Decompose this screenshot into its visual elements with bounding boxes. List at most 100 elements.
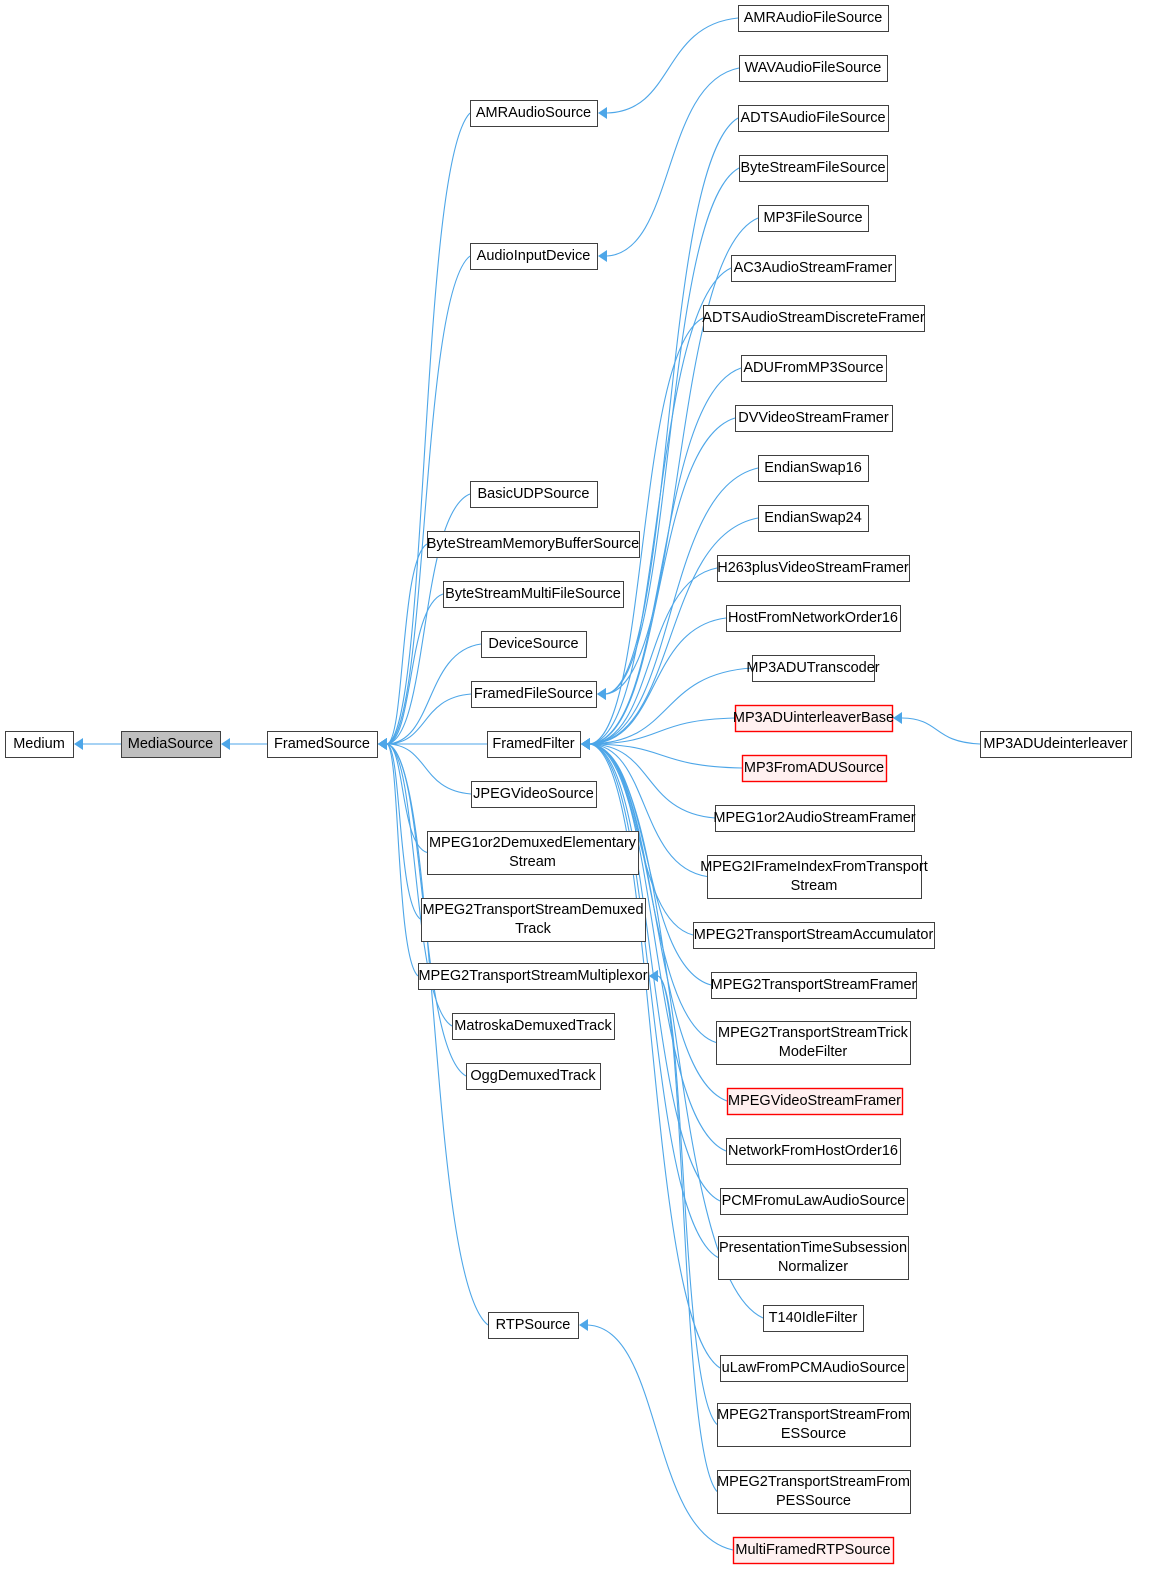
node-label-hostfromnetworkorder16: HostFromNetworkOrder16 [728,610,898,626]
node-framedfilesource[interactable]: FramedFileSource [471,681,597,708]
node-label-bytestreammemorybuffersource: ByteStreamMemoryBufferSource [427,536,639,552]
inheritance-graph-canvas: Medium MediaSource FramedSource AMRAudioSou… [5,5,1132,1565]
node-ulawfrompcmaudiosource[interactable]: uLawFromPCMAudioSource [720,1355,908,1382]
arrowhead-mp3filesource-to-framedfilesource [597,688,606,700]
node-label-ac3audiostreamframer: AC3AudioStreamFramer [734,260,893,276]
node-mpegvideostreamframer[interactable]: MPEGVideoStreamFramer [726,1087,904,1116]
arrowhead-mediasource-to-medium [74,738,83,750]
node-mp3adutranscoder[interactable]: MP3ADUTranscoder [746,655,880,682]
node-label-oggdemuxedtrack: OggDemuxedTrack [470,1068,596,1084]
node-label-mp3filesource: MP3FileSource [763,210,862,226]
node-bytestreammemorybuffersource[interactable]: ByteStreamMemoryBufferSource [427,531,640,558]
node-label-mediasource: MediaSource [128,736,213,752]
arrowhead-mpeg2tsfrompessource-to-mpeg2transportstreammultiplexor [649,970,658,982]
edge-mp3adudeinterleaver-to-mp3aduinterleaverbase [901,717,981,745]
node-label-framedsource: FramedSource [274,736,370,752]
node-mp3filesource[interactable]: MP3FileSource [758,205,869,232]
arrowhead-amraudiofilesource-to-amraudiosource [598,107,607,119]
node-endianswap16[interactable]: EndianSwap16 [758,455,869,482]
node-adtsaudiofilesource[interactable]: ADTSAudioFileSource [738,105,889,132]
node-label-mpegvideostreamframer: MPEGVideoStreamFramer [728,1093,901,1109]
node-medium[interactable]: Medium [5,731,74,758]
node-mpeg2transportstreammultiplexor[interactable]: MPEG2TransportStreamMultiplexor [418,963,649,990]
node-label-framedfilter: FramedFilter [492,736,574,752]
node-mp3aduinterleaverbase[interactable]: MP3ADUinterleaverBase [733,704,894,733]
node-wavaudiofilesource[interactable]: WAVAudioFileSource [739,55,888,82]
node-label-mp3adudeinterleaver: MP3ADUdeinterleaver [983,736,1127,752]
arrowhead-wavaudiofilesource-to-audioinputdevice [598,250,607,262]
node-presentationtimesubsession[interactable]: PresentationTimeSubsession Normalizer [718,1236,909,1280]
node-mediasource[interactable]: MediaSource [121,731,221,758]
node-label-jpegvideosource: JPEGVideoSource [473,786,594,802]
node-mpeg2tstrickmodefilter[interactable]: MPEG2TransportStreamTrick ModeFilter [716,1021,911,1065]
node-rtpsource[interactable]: RTPSource [488,1312,579,1339]
node-framedsource[interactable]: FramedSource [267,731,378,758]
node-bytestreammultifilesource[interactable]: ByteStreamMultiFileSource [443,581,624,608]
node-t140idlefilter[interactable]: T140IdleFilter [763,1305,864,1332]
node-label-dvvideostreamframer: DVVideoStreamFramer [738,410,889,426]
node-audioinputdevice[interactable]: AudioInputDevice [470,243,598,270]
node-label-t140idlefilter: T140IdleFilter [769,1310,858,1326]
node-mpeg1or2demuxedelementary[interactable]: MPEG1or2DemuxedElementary Stream [427,831,639,875]
node-label-bytestreamfilesource: ByteStreamFileSource [740,160,885,176]
node-label-h263plusvideostreamframer: H263plusVideoStreamFramer [717,560,909,576]
node-dvvideostreamframer[interactable]: DVVideoStreamFramer [735,405,893,432]
node-label-audioinputdevice: AudioInputDevice [477,248,591,264]
node-mp3fromadusource[interactable]: MP3FromADUSource [741,754,888,783]
node-label-endianswap16: EndianSwap16 [764,460,862,476]
node-label-endianswap24: EndianSwap24 [764,510,862,526]
node-label-medium: Medium [13,736,65,752]
node-mpeg2tsframer[interactable]: MPEG2TransportStreamFramer [711,972,917,999]
node-amraudiosource[interactable]: AMRAudioSource [470,100,598,127]
node-ac3audiostreamframer[interactable]: AC3AudioStreamFramer [731,255,896,282]
node-label-mpeg2tsframer: MPEG2TransportStreamFramer [711,977,917,993]
node-mpeg2tsfromessource[interactable]: MPEG2TransportStreamFrom ESSource [717,1403,911,1447]
node-label-pcmfromulawaudiosource: PCMFromuLawAudioSource [722,1193,906,1209]
node-mpeg2transportstreamdemuxed[interactable]: MPEG2TransportStreamDemuxed Track [421,898,646,942]
arrowhead-ulawfrompcmaudiosource-to-framedfilter [581,738,590,750]
node-mpeg1or2audiostreamframer[interactable]: MPEG1or2AudioStreamFramer [713,805,916,832]
edge-bytestreamfilesource-to-framedfilesource [605,167,740,695]
node-networkfromhostorder16[interactable]: NetworkFromHostOrder16 [726,1138,901,1165]
edge-jpegvideosource-to-framedsource [386,743,472,795]
node-matroskademuxedtrack[interactable]: MatroskaDemuxedTrack [452,1013,615,1040]
node-label-wavaudiofilesource: WAVAudioFileSource [745,60,882,76]
node-framedfilter[interactable]: FramedFilter [487,731,581,758]
node-label-adtsaudiostreamdiscrete: ADTSAudioStreamDiscreteFramer [702,310,925,326]
node-amraudiofilesource[interactable]: AMRAudioFileSource [738,5,889,32]
node-basicudpsource[interactable]: BasicUDPSource [470,481,598,508]
node-pcmfromulawaudiosource[interactable]: PCMFromuLawAudioSource [720,1188,908,1215]
node-bytestreamfilesource[interactable]: ByteStreamFileSource [739,155,888,182]
node-jpegvideosource[interactable]: JPEGVideoSource [471,781,597,808]
arrowhead-multiframedrtpsource-to-rtpsource [579,1319,588,1331]
edge-audioinputdevice-to-framedsource [386,255,471,745]
edge-presentationtimesubsession-to-framedfilter [589,743,719,1258]
node-label-mpeg2transportstreammultiplexor: MPEG2TransportStreamMultiplexor [418,968,647,984]
inheritance-diagram: Medium MediaSource FramedSource AMRAudioSou… [0,0,1149,1587]
node-endianswap24[interactable]: EndianSwap24 [758,505,869,532]
node-oggdemuxedtrack[interactable]: OggDemuxedTrack [466,1063,601,1090]
node-mpeg2tsaccumulator[interactable]: MPEG2TransportStreamAccumulator [693,922,935,949]
node-hostfromnetworkorder16[interactable]: HostFromNetworkOrder16 [726,605,901,632]
node-label-devicesource: DeviceSource [488,636,578,652]
node-h263plusvideostreamframer[interactable]: H263plusVideoStreamFramer [717,555,910,582]
arrowhead-rtpsource-to-framedsource [378,738,387,750]
node-label-adtsaudiofilesource: ADTSAudioFileSource [740,110,885,126]
node-devicesource[interactable]: DeviceSource [481,631,587,658]
node-mpeg2tsfrompessource[interactable]: MPEG2TransportStreamFrom PESSource [717,1470,911,1514]
node-mp3adudeinterleaver[interactable]: MP3ADUdeinterleaver [980,731,1132,758]
node-label-bytestreammultifilesource: ByteStreamMultiFileSource [445,586,621,602]
node-label-framedfilesource: FramedFileSource [474,686,593,702]
node-label-matroskademuxedtrack: MatroskaDemuxedTrack [454,1018,612,1034]
node-label-adufrommp3source: ADUFromMP3Source [743,360,883,376]
node-adtsaudiostreamdiscrete[interactable]: ADTSAudioStreamDiscreteFramer [702,305,925,332]
node-mpeg2iframeindex[interactable]: MPEG2IFrameIndexFromTransport Stream [700,855,928,899]
node-label-mp3fromadusource: MP3FromADUSource [744,760,884,776]
arrowhead-mp3adudeinterleaver-to-mp3aduinterleaverbase [893,712,902,724]
node-label-multiframedrtpsource: MultiFramedRTPSource [735,1542,890,1558]
node-adufrommp3source[interactable]: ADUFromMP3Source [741,355,887,382]
node-label-networkfromhostorder16: NetworkFromHostOrder16 [728,1143,898,1159]
node-label-rtpsource: RTPSource [496,1317,571,1333]
node-multiframedrtpsource[interactable]: MultiFramedRTPSource [732,1536,895,1565]
edge-mpeg2tsfromessource-to-mpeg2transportstreammultiplexor [657,975,718,1425]
